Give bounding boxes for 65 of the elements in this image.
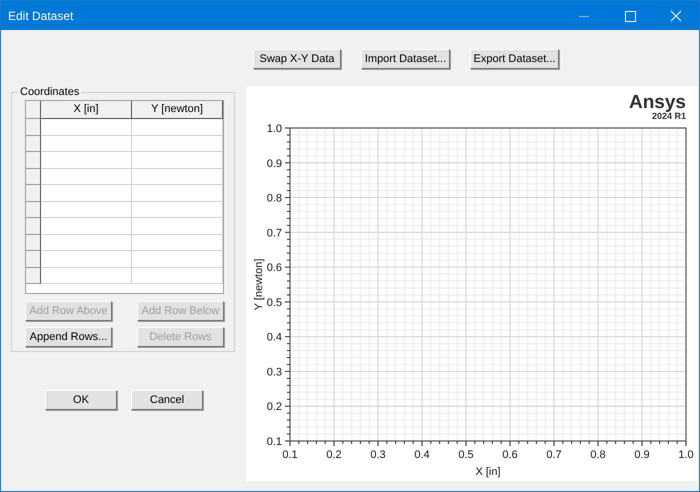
toolbar-button[interactable]: Export Dataset... bbox=[470, 49, 559, 69]
row-header[interactable] bbox=[26, 119, 41, 136]
ok-button[interactable]: OK bbox=[45, 390, 117, 410]
table-cell[interactable] bbox=[132, 168, 223, 185]
x-tick-label: 0.4 bbox=[414, 449, 430, 461]
x-axis-label: X [in] bbox=[475, 466, 501, 478]
row-header[interactable] bbox=[26, 202, 41, 218]
table-cell[interactable] bbox=[132, 136, 223, 152]
toolbar-button[interactable]: Import Dataset... bbox=[361, 49, 450, 69]
y-tick-label: 0.9 bbox=[266, 158, 282, 170]
version-text: 2024 R1 bbox=[652, 111, 686, 121]
table-cell[interactable] bbox=[132, 268, 223, 284]
table-cell[interactable] bbox=[132, 218, 223, 234]
row-header[interactable] bbox=[26, 251, 41, 268]
x-tick-label: 0.7 bbox=[546, 449, 562, 461]
row-header[interactable] bbox=[26, 185, 41, 202]
table-cell[interactable] bbox=[132, 119, 223, 136]
y-tick-label: 0.5 bbox=[266, 296, 282, 309]
row-header[interactable] bbox=[26, 152, 41, 168]
y-tick-label: 1.0 bbox=[266, 123, 282, 135]
y-tick-label: 0.8 bbox=[266, 192, 282, 205]
y-tick-label: 0.4 bbox=[266, 332, 282, 344]
y-tick-label: 0.7 bbox=[266, 227, 282, 240]
x-tick-label: 0.9 bbox=[634, 449, 650, 461]
x-tick-label: 0.1 bbox=[282, 449, 298, 461]
group-title: Coordinates bbox=[19, 86, 80, 98]
window-title: Edit Dataset bbox=[7, 8, 74, 22]
column-header[interactable]: Y [newton] bbox=[132, 101, 223, 119]
cancel-button[interactable]: Cancel bbox=[131, 390, 203, 410]
x-tick-label: 0.8 bbox=[590, 449, 606, 461]
row-header[interactable] bbox=[26, 234, 41, 251]
table-cell[interactable] bbox=[132, 234, 223, 251]
x-tick-label: 0.3 bbox=[370, 449, 386, 461]
y-axis-label: Y [newton] bbox=[253, 258, 265, 310]
table-cell[interactable] bbox=[41, 251, 132, 268]
x-tick-label: 0.2 bbox=[326, 449, 342, 461]
table-cell[interactable] bbox=[41, 268, 132, 284]
table-cell[interactable] bbox=[41, 152, 132, 168]
toolbar-button[interactable]: Swap X-Y Data bbox=[253, 49, 341, 69]
table-cell[interactable] bbox=[41, 185, 132, 202]
row-header[interactable] bbox=[26, 218, 41, 234]
table-cell[interactable] bbox=[132, 185, 223, 202]
corner-cell bbox=[26, 101, 41, 119]
table-cell[interactable] bbox=[41, 119, 132, 136]
logo-text: Ansys bbox=[628, 92, 686, 113]
table-cell[interactable] bbox=[132, 251, 223, 268]
table-cell[interactable] bbox=[132, 202, 223, 218]
column-header[interactable]: X [in] bbox=[41, 101, 132, 119]
table-cell[interactable] bbox=[41, 218, 132, 234]
table-cell[interactable] bbox=[132, 152, 223, 168]
table-cell[interactable] bbox=[41, 202, 132, 218]
row-header[interactable] bbox=[26, 168, 41, 185]
row-header[interactable] bbox=[26, 136, 41, 152]
y-tick-label: 0.3 bbox=[266, 366, 282, 378]
row-header[interactable] bbox=[26, 268, 41, 284]
table-cell[interactable] bbox=[41, 234, 132, 251]
y-tick-label: 0.1 bbox=[266, 436, 282, 448]
x-tick-label: 0.5 bbox=[458, 449, 474, 461]
y-tick-label: 0.2 bbox=[266, 401, 282, 414]
table-cell[interactable] bbox=[41, 168, 132, 185]
row-button[interactable]: Append Rows... bbox=[25, 327, 112, 347]
x-tick-label: 1.0 bbox=[678, 449, 694, 461]
x-tick-label: 0.6 bbox=[502, 449, 518, 461]
y-tick-label: 0.6 bbox=[266, 262, 282, 274]
table-cell[interactable] bbox=[41, 136, 132, 152]
